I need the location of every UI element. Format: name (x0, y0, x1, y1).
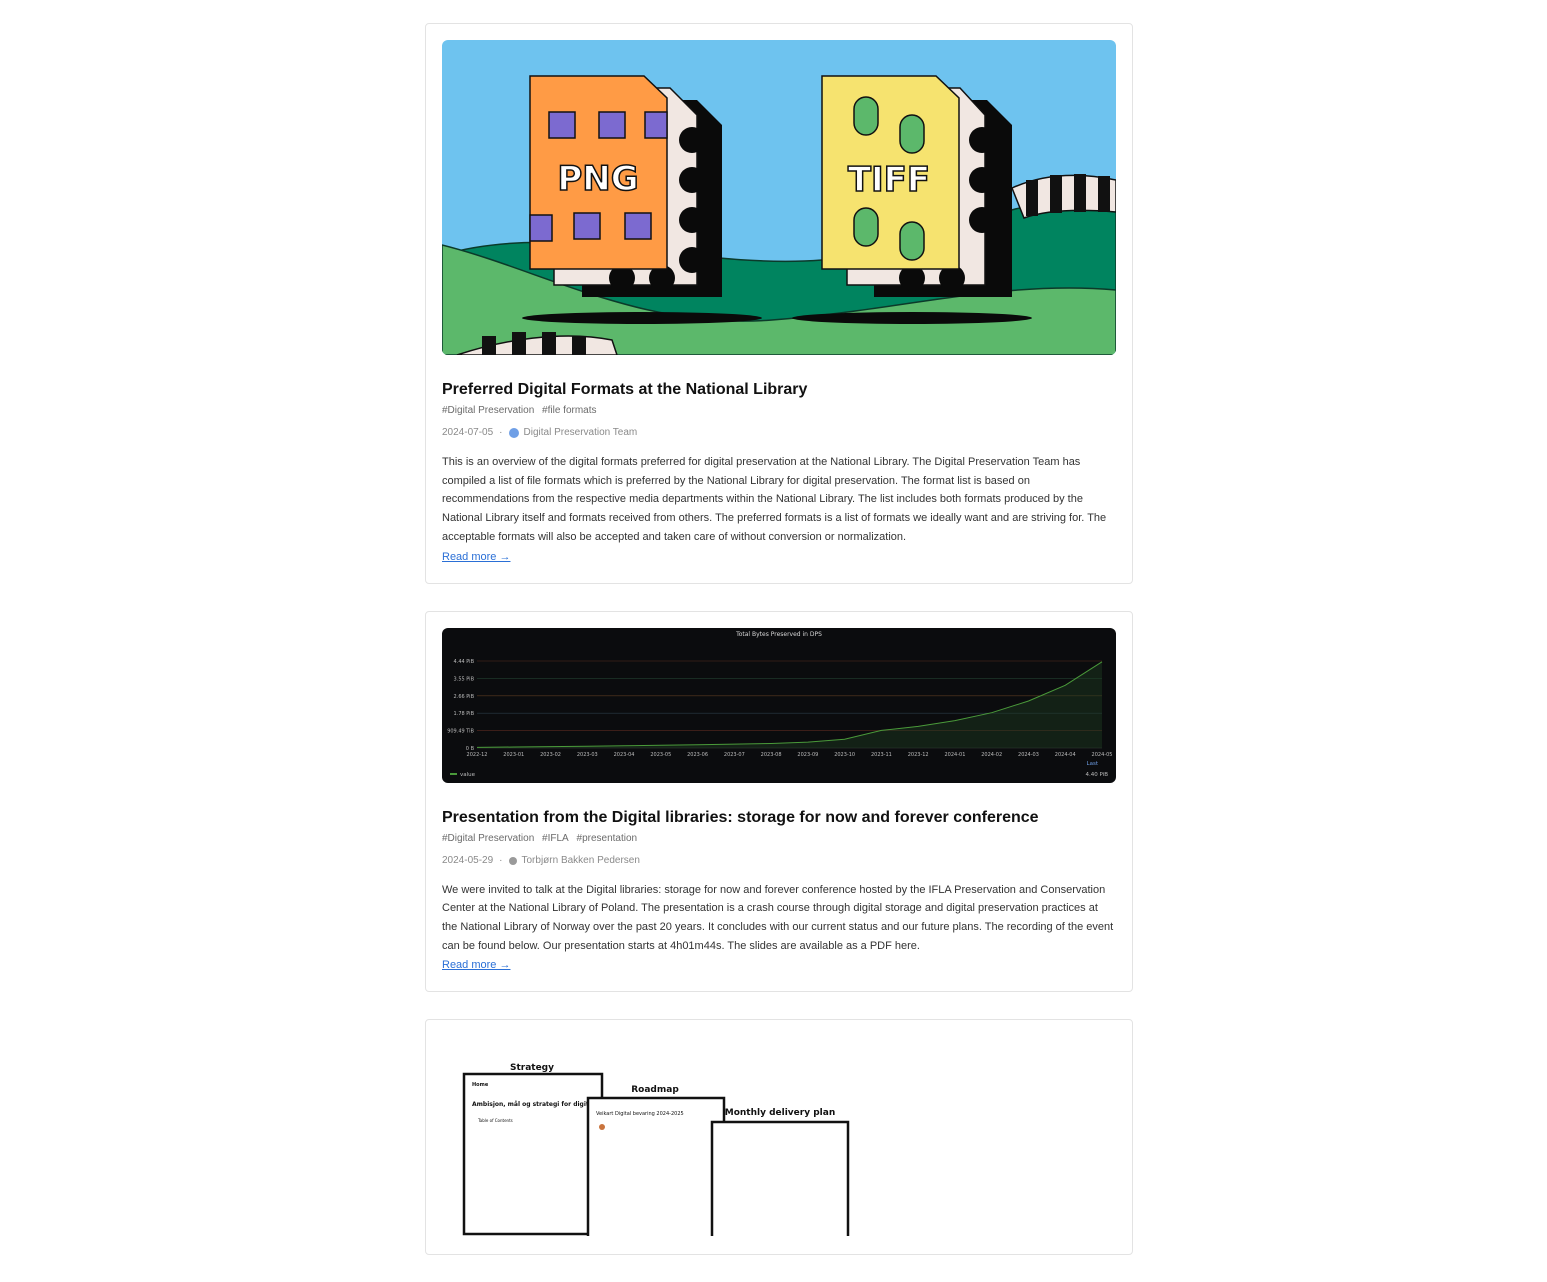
bytes-preserved-chart[interactable]: Total Bytes Preserved in DPS 0 B909.49 T… (442, 627, 1116, 783)
post-author[interactable]: Digital Preservation Team (524, 426, 638, 440)
read-more-link[interactable]: Read more → (442, 551, 510, 563)
post-tags: #Digital Preservation #file formats (442, 404, 1116, 418)
read-more-link[interactable]: Read more → (442, 959, 510, 971)
post-description: This is an overview of the digital forma… (442, 456, 1107, 543)
tag-link[interactable]: #IFLA (542, 833, 569, 844)
post-tags: #Digital Preservation #IFLA #presentatio… (442, 832, 1116, 846)
legend-label[interactable]: value (460, 772, 476, 778)
y-tick-label: 909.49 TiB (447, 728, 474, 734)
post-card: Total Bytes Preserved in DPS 0 B 909.49 T… (425, 610, 1133, 993)
y-tick-label: 1.78 PiB (454, 711, 475, 717)
x-tick-label: 2023-11 (871, 752, 892, 758)
y-tick-label: 4.44 PiB (454, 659, 475, 665)
x-tick-label: 2023-01 (503, 752, 524, 758)
post-hero-image[interactable]: PNG TIFF (442, 40, 1116, 355)
y-tick-label: 3.55 PiB (454, 676, 475, 682)
series-area (477, 661, 1102, 748)
post-description: We were invited to talk at the Digital l… (442, 883, 1114, 952)
post-author[interactable]: Torbjørn Bakken Pedersen (522, 854, 640, 868)
x-tick-label: 2024-04 (1055, 752, 1076, 758)
delivery-plan-label: Monthly delivery plan (725, 1108, 835, 1118)
x-tick-label: 2022-12 (467, 752, 488, 758)
doc-toc: Table of Contents (477, 1118, 513, 1123)
delivery-plan-document (710, 1121, 850, 1237)
x-tick-label: 2024-05 (1092, 752, 1113, 758)
legend-swatch (450, 772, 457, 775)
post-card: PNG TIFF Preferred Digital Formats at th… (425, 23, 1133, 584)
post-hero-image[interactable]: Strategy Home Ambisjon, mål og strategi … (442, 1036, 1116, 1237)
legend-stat-value: 4.40 PiB (1086, 772, 1109, 778)
x-tick-label: 2024-03 (1018, 752, 1039, 758)
png-label: PNG (557, 159, 638, 199)
tag-link[interactable]: #presentation (577, 833, 638, 844)
roadmap-label: Roadmap (631, 1085, 679, 1095)
post-feed: PNG TIFF Preferred Digital Formats at th… (425, 23, 1133, 1282)
x-tick-label: 2023-02 (540, 752, 561, 758)
y-tick-label: 2.66 PiB (454, 693, 475, 699)
x-tick-label: 2024-02 (981, 752, 1002, 758)
x-tick-label: 2024-01 (944, 752, 965, 758)
tiff-file-icon: TIFF (821, 75, 1012, 297)
x-tick-label: 2023-06 (687, 752, 708, 758)
strategy-label: Strategy (510, 1063, 554, 1073)
chart-title: Total Bytes Preserved in DPS (735, 631, 822, 638)
x-tick-label: 2023-07 (724, 752, 745, 758)
meta-separator: · (499, 854, 503, 866)
doc-heading: Veikart Digital bevaring 2024-2025 (596, 1111, 684, 1117)
tag-link[interactable]: #Digital Preservation (442, 405, 534, 416)
tag-link[interactable]: #file formats (542, 405, 596, 416)
post-title[interactable]: Presentation from the Digital libraries:… (442, 808, 1116, 828)
author-avatar (508, 428, 519, 438)
post-title[interactable]: Preferred Digital Formats at the Nationa… (442, 380, 1116, 400)
post-date: 2024-07-05 (442, 427, 494, 438)
post-meta: 2024-07-05 · Digital Preservation Team (442, 426, 1116, 440)
roadmap-document (586, 1097, 726, 1237)
x-tick-label: 2023-08 (761, 752, 782, 758)
x-tick-label: 2023-03 (577, 752, 598, 758)
x-tick-label: 2023-12 (908, 752, 929, 758)
legend-stat-label: Last (1087, 761, 1099, 767)
x-tick-label: 2023-04 (614, 752, 635, 758)
post-date: 2024-05-29 (442, 854, 494, 866)
x-tick-label: 2023-05 (650, 752, 671, 758)
meta-separator: · (499, 427, 503, 438)
x-tick-label: 2023-10 (834, 752, 855, 758)
author-avatar (508, 856, 517, 865)
x-tick-label: 2023-09 (797, 752, 818, 758)
tiff-label: TIFF (848, 160, 930, 200)
png-file-icon: PNG (529, 75, 722, 297)
tag-link[interactable]: #Digital Preservation (442, 833, 534, 844)
doc-nav: Home (472, 1082, 489, 1088)
strategy-document (462, 1073, 604, 1236)
post-meta: 2024-05-29 · Torbjørn Bakken Pedersen (442, 854, 1116, 868)
post-card: Strategy Home Ambisjon, mål og strategi … (425, 1019, 1133, 1256)
